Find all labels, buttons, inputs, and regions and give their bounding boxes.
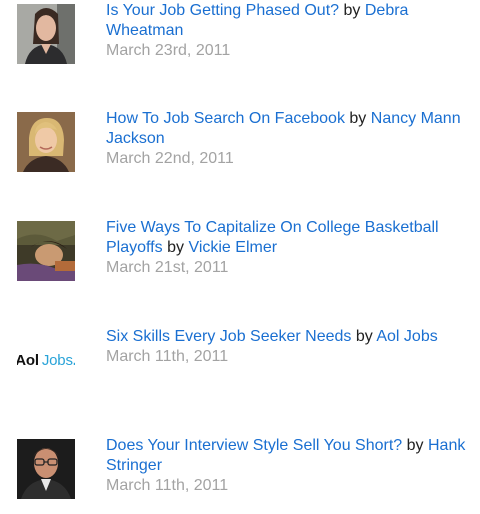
woman-photo-icon (17, 221, 75, 281)
article-date: March 22nd, 2011 (106, 150, 234, 167)
article-list: Is Your Job Getting Phased Out? by Debra… (0, 0, 480, 514)
by-label: by (167, 239, 184, 256)
article-date: March 11th, 2011 (106, 477, 229, 494)
author-thumbnail[interactable] (17, 439, 75, 499)
author-thumbnail[interactable]: Aol Jobs . (17, 330, 75, 390)
author-link[interactable]: Aol Jobs (376, 328, 437, 345)
woman-portrait-icon (17, 4, 75, 64)
author-thumbnail[interactable] (17, 221, 75, 281)
aol-jobs-logo: Aol Jobs . (17, 330, 75, 390)
article-text: Does Your Interview Style Sell You Short… (106, 436, 478, 496)
article-text: Is Your Job Getting Phased Out? by Debra… (106, 1, 478, 61)
by-label: by (355, 328, 373, 345)
list-item: Five Ways To Capitalize On College Baske… (17, 218, 478, 281)
list-item: Aol Jobs . Six Skills Every Job Seeker N… (17, 327, 478, 390)
author-thumbnail[interactable] (17, 112, 75, 172)
man-portrait-icon (17, 439, 75, 499)
article-text: Five Ways To Capitalize On College Baske… (106, 218, 478, 278)
article-title-link[interactable]: Does Your Interview Style Sell You Short… (106, 437, 402, 454)
article-text: How To Job Search On Facebook by Nancy M… (106, 109, 478, 169)
by-label: by (349, 110, 367, 127)
author-thumbnail[interactable] (17, 4, 75, 64)
logo-dot: . (73, 352, 75, 369)
article-date: March 23rd, 2011 (106, 42, 231, 59)
list-item: How To Job Search On Facebook by Nancy M… (17, 109, 478, 172)
article-title-link[interactable]: Is Your Job Getting Phased Out? (106, 2, 339, 19)
article-date: March 21st, 2011 (106, 259, 229, 276)
article-title-link[interactable]: Six Skills Every Job Seeker Needs (106, 328, 351, 345)
by-label: by (406, 437, 424, 454)
woman-portrait-icon (17, 112, 75, 172)
logo-product: Jobs (41, 351, 73, 369)
list-item: Does Your Interview Style Sell You Short… (17, 436, 478, 499)
author-link[interactable]: Vickie Elmer (188, 239, 277, 256)
article-date: March 11th, 2011 (106, 348, 229, 365)
list-item: Is Your Job Getting Phased Out? by Debra… (17, 1, 478, 64)
article-title-link[interactable]: How To Job Search On Facebook (106, 110, 345, 127)
logo-brand: Aol (17, 351, 39, 369)
article-text: Six Skills Every Job Seeker Needs by Aol… (106, 327, 478, 367)
by-label: by (343, 2, 361, 19)
